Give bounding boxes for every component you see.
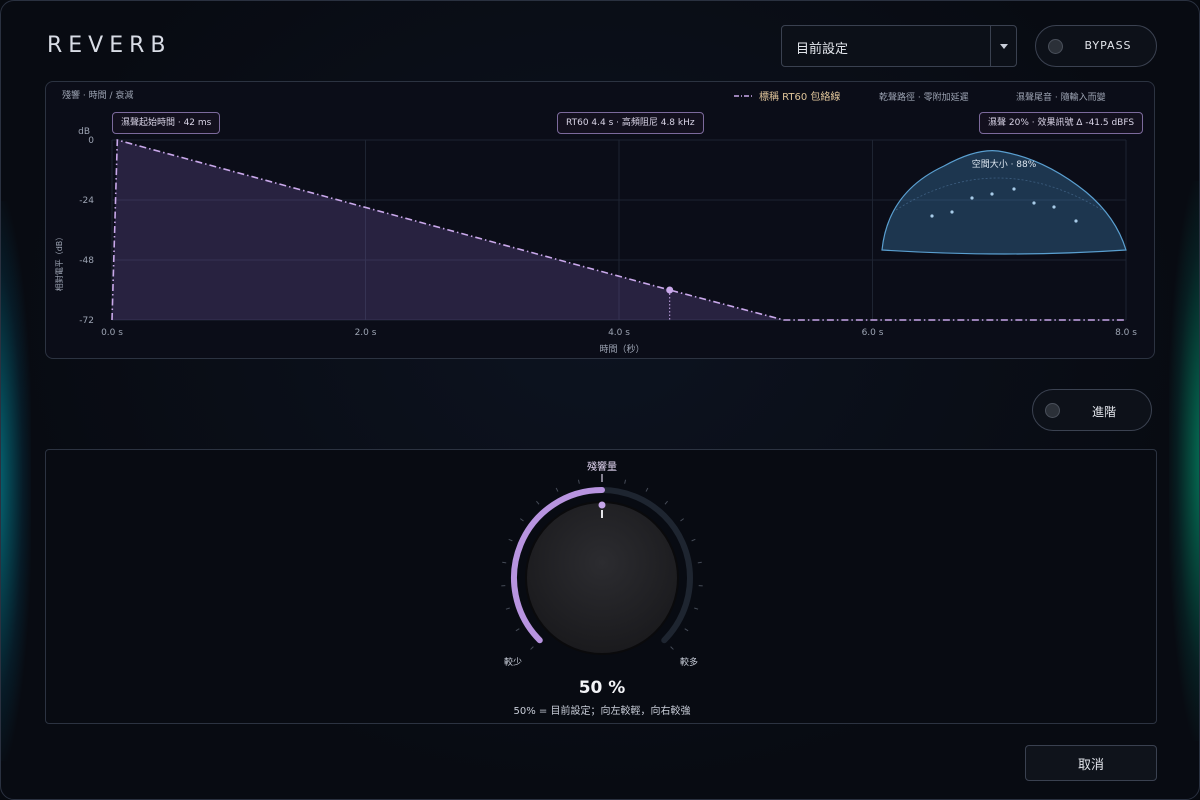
advanced-label: 進階	[1091, 405, 1116, 419]
reverb-amount-knob[interactable]	[525, 501, 679, 655]
knob-tick	[577, 479, 580, 484]
knob-max-label: 較多	[680, 656, 698, 668]
knob-tick	[684, 628, 689, 632]
knob-tick	[536, 500, 540, 505]
knob-tick	[502, 561, 507, 564]
knob-label: 殘響量	[587, 460, 617, 473]
advanced-button[interactable]: 進階	[1032, 389, 1152, 431]
y-tick-label: -48	[79, 256, 94, 266]
knob-tick	[624, 479, 627, 484]
knob-tick	[670, 646, 674, 650]
plugin-window: REVERB 目前設定 BYPASS 殘響 · 時間 / 衰減 標稱 RT60 …	[0, 0, 1200, 800]
room-size-label: 空間大小 · 88%	[972, 158, 1037, 170]
knob-tick	[555, 487, 559, 492]
rt60-marker-point[interactable]	[666, 286, 674, 294]
reverb-amount-panel: 殘響量 較少 較多 50 % 50% = 目前設定；向左較輕，向右較強	[45, 449, 1157, 724]
knob-tick	[508, 538, 513, 542]
room-size-dome[interactable]: 空間大小 · 88%	[881, 150, 1127, 255]
knob-tick	[697, 561, 702, 564]
preset-value: 目前設定	[796, 42, 849, 57]
bypass-button[interactable]: BYPASS	[1035, 25, 1157, 67]
rt60-tag: RT60 4.4 s · 高頻阻尼 4.8 kHz	[557, 112, 704, 134]
legend-wet-label: 濕聲尾音 · 隨輸入而變	[1016, 91, 1106, 103]
cancel-button[interactable]: 取消	[1025, 745, 1157, 781]
legend: 標稱 RT60 包絡線 乾聲路徑 · 零附加延遲 濕聲尾音 · 隨輸入而變	[734, 90, 1106, 103]
y-tick-label: -24	[79, 196, 94, 206]
x-tick-label: 0.0 s	[101, 328, 123, 338]
y-axis-title: 相對電平（dB）	[54, 233, 64, 292]
knob-tick	[664, 500, 668, 505]
predelay-tag: 濕聲起始時間 · 42 ms	[112, 112, 221, 134]
x-tick-label: 4.0 s	[608, 328, 630, 338]
y-tick-label: -72	[79, 316, 94, 326]
plugin-title: REVERB	[47, 33, 172, 58]
legend-dry-label: 乾聲路徑 · 零附加延遲	[879, 91, 969, 103]
right-edge-glow	[1169, 181, 1199, 741]
knob-value-dot	[598, 501, 606, 509]
x-tick-label: 2.0 s	[355, 328, 377, 338]
left-edge-glow	[1, 201, 31, 761]
knob-tick	[694, 607, 699, 610]
knob-tick	[645, 487, 649, 492]
knob-tick	[680, 518, 685, 522]
bypass-label: BYPASS	[1084, 39, 1132, 52]
knob-value-readout: 50 %	[578, 678, 626, 698]
x-tick-label: 8.0 s	[1115, 328, 1137, 338]
wet-level-tag: 濕聲 20% · 效果訊號 Δ -41.5 dBFS	[979, 112, 1144, 134]
chevron-down-icon[interactable]	[990, 26, 1016, 66]
decay-graph: 殘響 · 時間 / 衰減 標稱 RT60 包絡線 乾聲路徑 · 零附加延遲 濕聲…	[45, 81, 1155, 359]
knob-tick	[515, 628, 520, 632]
x-tick-label: 6.0 s	[862, 328, 884, 338]
knob-tick	[505, 607, 510, 610]
x-axis-title: 時間（秒）	[599, 343, 644, 355]
preset-dropdown[interactable]: 目前設定	[781, 25, 1017, 67]
knob-min-label: 較少	[504, 656, 522, 668]
graph-header-label: 殘響 · 時間 / 衰減	[62, 89, 133, 101]
knob-tick	[519, 518, 524, 522]
knob-tick	[691, 538, 696, 542]
knob-tick	[530, 646, 534, 650]
knob-hint: 50% = 目前設定；向左較輕，向右較強	[513, 706, 691, 717]
y-tick-label: 0	[88, 136, 94, 146]
legend-envelope-label: 標稱 RT60 包絡線	[759, 90, 840, 103]
